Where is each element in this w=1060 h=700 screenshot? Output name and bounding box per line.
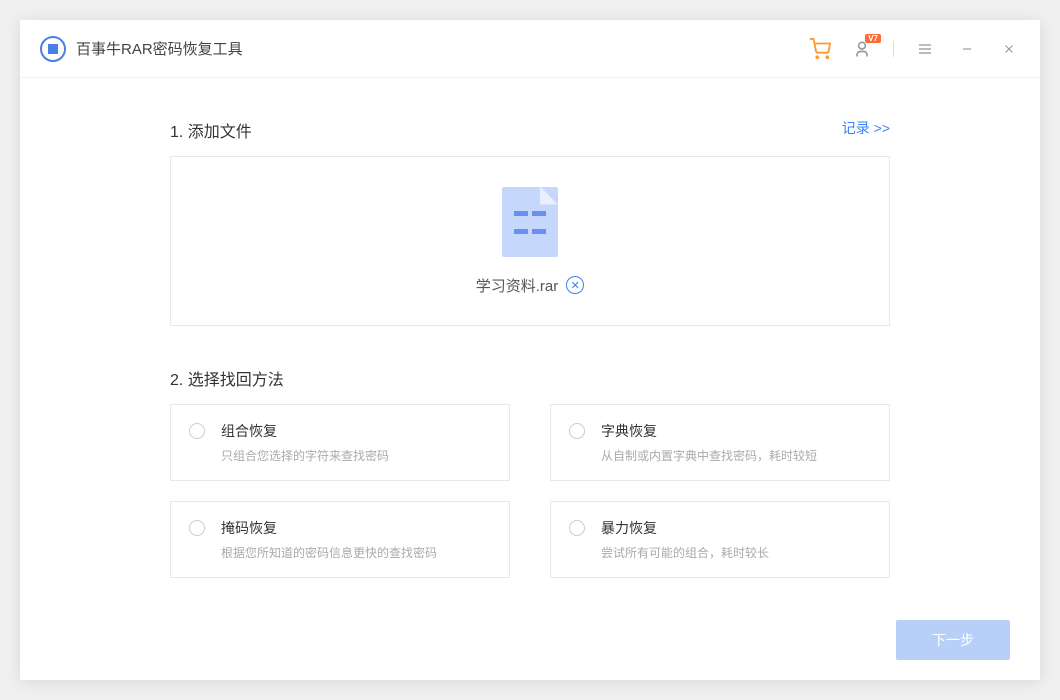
close-icon[interactable] — [998, 38, 1020, 60]
file-drop-area[interactable]: 学习资料.rar ✕ — [170, 156, 890, 326]
method-desc: 根据您所知道的密码信息更快的查找密码 — [221, 544, 437, 561]
method-desc: 尝试所有可能的组合，耗时较长 — [601, 544, 769, 561]
method-combination[interactable]: 组合恢复 只组合您选择的字符来查找密码 — [170, 404, 510, 481]
radio-icon — [569, 423, 585, 439]
method-title: 组合恢复 — [221, 421, 389, 441]
minimize-icon[interactable] — [956, 38, 978, 60]
methods-grid: 组合恢复 只组合您选择的字符来查找密码 字典恢复 从自制或内置字典中查找密码，耗… — [170, 404, 890, 578]
menu-icon[interactable] — [914, 38, 936, 60]
section1-title: 1. 添加文件 — [170, 118, 890, 142]
user-icon[interactable]: V7 — [851, 38, 873, 60]
radio-icon — [189, 423, 205, 439]
method-dictionary[interactable]: 字典恢复 从自制或内置字典中查找密码，耗时较短 — [550, 404, 890, 481]
radio-icon — [189, 520, 205, 536]
titlebar-controls: V7 — [809, 38, 1020, 60]
logo-box: 百事牛RAR密码恢复工具 — [40, 36, 243, 62]
records-link[interactable]: 记录 >> — [842, 118, 890, 138]
file-name-row: 学习资料.rar ✕ — [476, 275, 585, 296]
file-icon — [502, 187, 558, 257]
app-title: 百事牛RAR密码恢复工具 — [76, 38, 243, 59]
radio-icon — [569, 520, 585, 536]
main-content: 1. 添加文件 记录 >> 学习资料.rar ✕ 2. 选择找回方法 组合恢复 — [20, 78, 1040, 600]
method-title: 字典恢复 — [601, 421, 817, 441]
next-button[interactable]: 下一步 — [896, 620, 1010, 660]
method-desc: 只组合您选择的字符来查找密码 — [221, 447, 389, 464]
vip-badge: V7 — [865, 34, 881, 43]
method-mask[interactable]: 掩码恢复 根据您所知道的密码信息更快的查找密码 — [170, 501, 510, 578]
footer: 下一步 — [20, 600, 1040, 680]
section2-title: 2. 选择找回方法 — [170, 366, 890, 390]
method-bruteforce[interactable]: 暴力恢复 尝试所有可能的组合，耗时较长 — [550, 501, 890, 578]
method-title: 掩码恢复 — [221, 518, 437, 538]
method-title: 暴力恢复 — [601, 518, 769, 538]
method-desc: 从自制或内置字典中查找密码，耗时较短 — [601, 447, 817, 464]
app-logo-icon — [40, 36, 66, 62]
titlebar: 百事牛RAR密码恢复工具 V7 — [20, 20, 1040, 78]
remove-file-button[interactable]: ✕ — [566, 276, 584, 294]
cart-icon[interactable] — [809, 38, 831, 60]
app-window: 百事牛RAR密码恢复工具 V7 1. 添加文件 记录 >> — [20, 20, 1040, 680]
file-name: 学习资料.rar — [476, 275, 559, 296]
divider — [893, 41, 894, 57]
